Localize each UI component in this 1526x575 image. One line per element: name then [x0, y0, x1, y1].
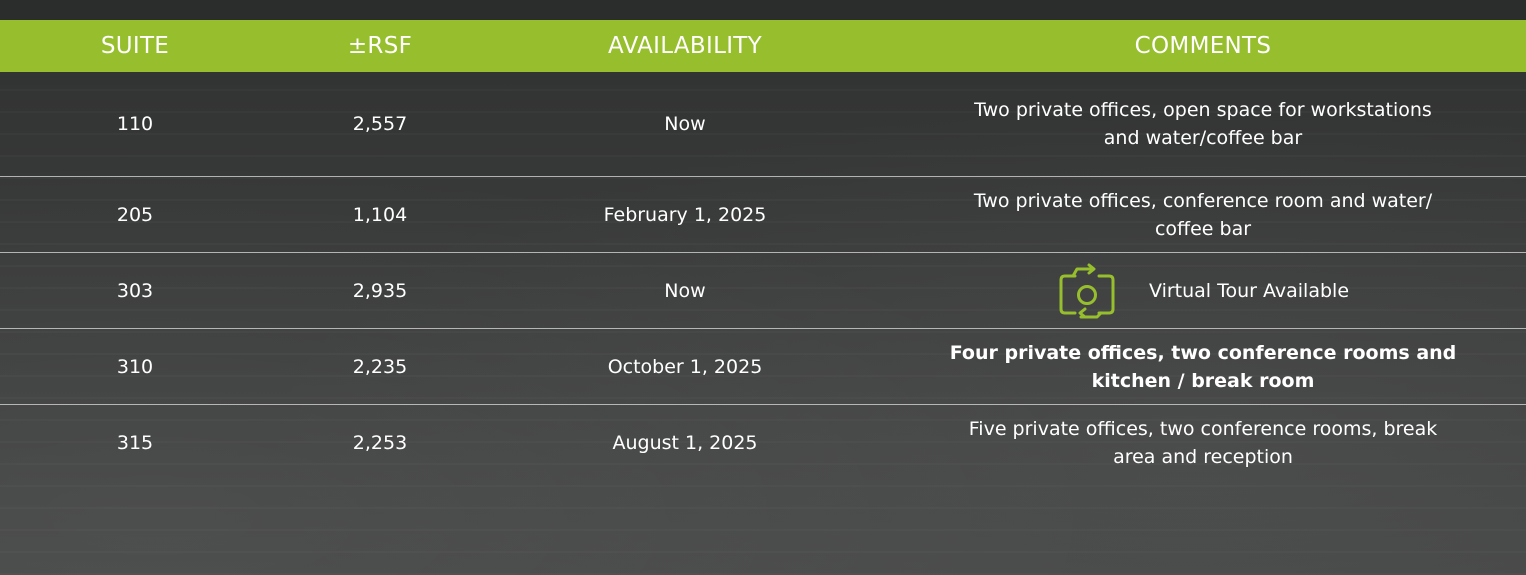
comments-line: and water/coffee bar [1103, 127, 1303, 149]
comments-line: Four private offices, two conference roo… [949, 341, 1457, 364]
comments-line: Five private offices, two conference roo… [968, 418, 1438, 440]
rsf-cell: 2,235 [352, 355, 408, 378]
availability-cell: Now [664, 279, 706, 302]
suite-cell: 315 [116, 432, 154, 454]
suite-cell: 110 [116, 113, 154, 135]
virtual-tour-camera-icon[interactable] [1057, 263, 1117, 319]
comments-line: area and reception [1113, 446, 1293, 468]
comments-line: kitchen / break room [1091, 369, 1315, 392]
table-row: 303 2,935 Now Virtual Tour Available [0, 253, 1526, 329]
rsf-cell: 1,104 [352, 203, 408, 226]
comments-line: Two private offices, conference room and… [973, 189, 1433, 212]
comments-line: Two private offices, open space for work… [974, 99, 1432, 121]
table-row: 205 1,104 February 1, 2025 Two private o… [0, 177, 1526, 253]
comments-line: coffee bar [1154, 217, 1252, 240]
header-rsf: ±RSF [347, 33, 413, 59]
comments-cell: Four private offices, two conference roo… [880, 339, 1526, 395]
suite-cell: 303 [116, 279, 154, 302]
comments-cell: Virtual Tour Available [880, 263, 1526, 319]
suite-cell: 310 [116, 355, 154, 378]
rsf-cell: 2,557 [352, 113, 408, 135]
availability-cell: February 1, 2025 [603, 203, 767, 226]
availability-table: SUITE ±RSF AVAILABILITY COMMENTS 110 2,5… [0, 20, 1526, 481]
rsf-cell: 2,935 [352, 279, 408, 302]
table-row: 310 2,235 October 1, 2025 Four private o… [0, 329, 1526, 405]
virtual-tour-label[interactable]: Virtual Tour Available [1149, 277, 1349, 305]
suite-cell: 205 [116, 203, 154, 226]
table-row: 315 2,253 August 1, 2025 Five private of… [0, 405, 1526, 481]
availability-cell: Now [664, 113, 706, 135]
table-row: 110 2,557 Now Two private offices, open … [0, 72, 1526, 177]
availability-cell: August 1, 2025 [612, 432, 758, 454]
availability-cell: October 1, 2025 [607, 355, 763, 378]
comments-cell: Five private offices, two conference roo… [880, 415, 1526, 471]
header-availability: AVAILABILITY [608, 33, 762, 59]
comments-cell: Two private offices, conference room and… [880, 187, 1526, 243]
top-background-strip [0, 0, 1526, 20]
header-comments: COMMENTS [1134, 33, 1272, 59]
comments-cell: Two private offices, open space for work… [880, 96, 1526, 152]
table-header: SUITE ±RSF AVAILABILITY COMMENTS [0, 20, 1526, 72]
rsf-cell: 2,253 [352, 432, 408, 454]
header-suite: SUITE [100, 33, 170, 59]
